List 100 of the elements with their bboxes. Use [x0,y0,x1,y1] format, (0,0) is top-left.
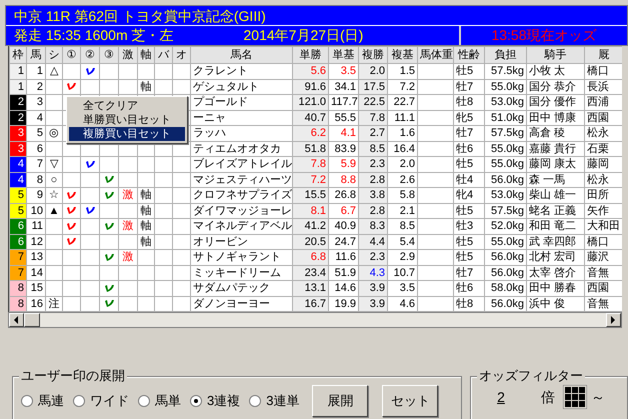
odds-value: 121.0 [298,96,326,108]
odds-value: 3.9 [370,282,385,294]
trainer-name: 橋口 [587,236,609,248]
trainer-name: 松永 [587,174,609,186]
trainer-name: 西園 [587,282,609,294]
menu-item[interactable]: 単勝買い目セット [69,113,185,127]
odds-value: 40.9 [334,220,356,232]
column-header[interactable]: バ [154,46,172,64]
radio-label[interactable]: ワイド [90,391,129,411]
odds-value: 11.6 [335,251,356,264]
radio-button[interactable] [138,395,150,407]
expand-button[interactable]: 展開 [312,385,368,417]
column-header[interactable]: 厩 [584,46,622,64]
frame-cell: 7 [10,250,26,265]
odds-value: 51.9 [334,266,356,279]
trainer-name: 音無 [587,298,609,310]
column-header[interactable]: 軸 [138,46,154,64]
odds-value: 55.5 [334,112,356,124]
keypad-icon[interactable] [562,385,587,409]
horse-number: 12 [30,236,43,248]
jockey-name: 武 幸四郎 [529,236,576,248]
column-header[interactable]: 騎手 [526,46,584,64]
odds-value: 83.9 [334,142,356,155]
horse-name: ゲシュタルト [193,80,259,93]
odds-value: 4.6 [400,298,415,310]
odds-value: 6.8 [310,251,326,264]
odds-value: 2.1 [400,204,415,217]
odds-value: 117.7 [331,96,358,108]
odds-value: 11.1 [394,112,415,124]
horse-number: 2 [36,80,43,93]
column-header[interactable]: 枠 [10,46,26,64]
radio-button[interactable] [190,395,202,407]
carried-weight: 57.5kg [490,127,524,140]
horizontal-scrollbar[interactable] [8,312,622,328]
carried-weight: 58.0kg [490,282,524,294]
horse-name: ーニャ [193,112,226,124]
horse-name: マイネルディアベル [193,220,292,232]
horse-name: クラレント [193,65,248,78]
column-header[interactable]: ③ [100,46,118,64]
column-header[interactable]: 複基 [388,46,418,64]
carried-weight: 55.0kg [490,236,524,248]
odds-value: 2.6 [400,174,415,186]
odds-value: 6.2 [310,127,326,140]
column-header[interactable]: 複勝 [358,46,388,64]
column-header[interactable]: ① [62,46,80,64]
menu-item[interactable]: 複勝買い目セット [69,127,185,141]
odds-value: 1.6 [400,127,415,140]
horse-name: ダノンヨーヨー [193,298,270,310]
horse-number: 10 [30,204,43,217]
odds-value: 3.9 [370,298,385,310]
column-header[interactable]: 単基 [328,46,358,64]
frame-cell: 4 [10,156,26,172]
column-header[interactable]: 馬体重 [418,46,454,64]
odds-value: 6.7 [340,204,356,217]
odds-value: 2.8 [370,204,385,217]
frame-cell: 7 [10,265,26,280]
jockey-name: 和田 竜二 [529,220,576,232]
column-header[interactable]: 性齢 [454,46,484,64]
column-header[interactable]: シ [46,46,62,64]
trainer-name: 大和田 [587,220,620,232]
radio-label[interactable]: 馬単 [155,391,181,411]
carried-weight: 53.0kg [490,96,524,108]
carried-weight: 56.0kg [490,174,524,186]
column-header[interactable]: 負担 [484,46,526,64]
radio-label[interactable]: 馬連 [38,391,64,411]
odds-value: 8.5 [370,142,385,155]
race-title: 中京 11R 第62回 トヨタ賞中京記念(GIII) [14,8,266,24]
scroll-right-icon[interactable] [606,313,621,327]
column-header[interactable]: 馬 [26,46,46,64]
sex-age: 牡5 [456,251,474,264]
carried-weight: 57.5kg [490,204,524,217]
horse-number: 8 [36,174,43,186]
column-header[interactable]: 激 [118,46,138,64]
radio-button[interactable] [21,395,33,407]
scroll-thumb[interactable] [24,313,40,327]
column-header[interactable]: ② [80,46,100,64]
frame-cell: 1 [10,64,26,79]
race-start-info: 発走 15:35 1600m 芝・左 [14,26,174,45]
odds-filter-value[interactable]: 2 [497,386,505,408]
odds-value: 20.5 [304,236,326,248]
horse-name: ラッハ [193,127,226,140]
set-button[interactable]: セット [382,385,438,417]
radio-label[interactable]: 3連複 [207,391,240,411]
column-header[interactable]: 単勝 [292,46,328,64]
radio-label[interactable]: 3連単 [266,391,300,411]
odds-value: 15.5 [304,189,326,202]
odds-value: 5.8 [400,189,415,202]
scroll-left-icon[interactable] [9,313,24,327]
radio-button[interactable] [249,395,262,407]
column-header[interactable]: 馬名 [190,46,292,64]
horse-name: サトノギャラント [193,251,281,264]
prediction-mark: ◎ [49,127,59,140]
radio-button[interactable] [73,395,85,407]
menu-item[interactable]: 全てクリア [69,99,185,113]
odds-value: 5.4 [400,236,415,248]
odds-value: 5.6 [310,65,326,78]
frame-cell: 2 [10,94,26,110]
column-header[interactable]: オ [172,46,190,64]
odds-value: 51.8 [304,142,326,155]
odds-value: 2.0 [400,158,415,170]
